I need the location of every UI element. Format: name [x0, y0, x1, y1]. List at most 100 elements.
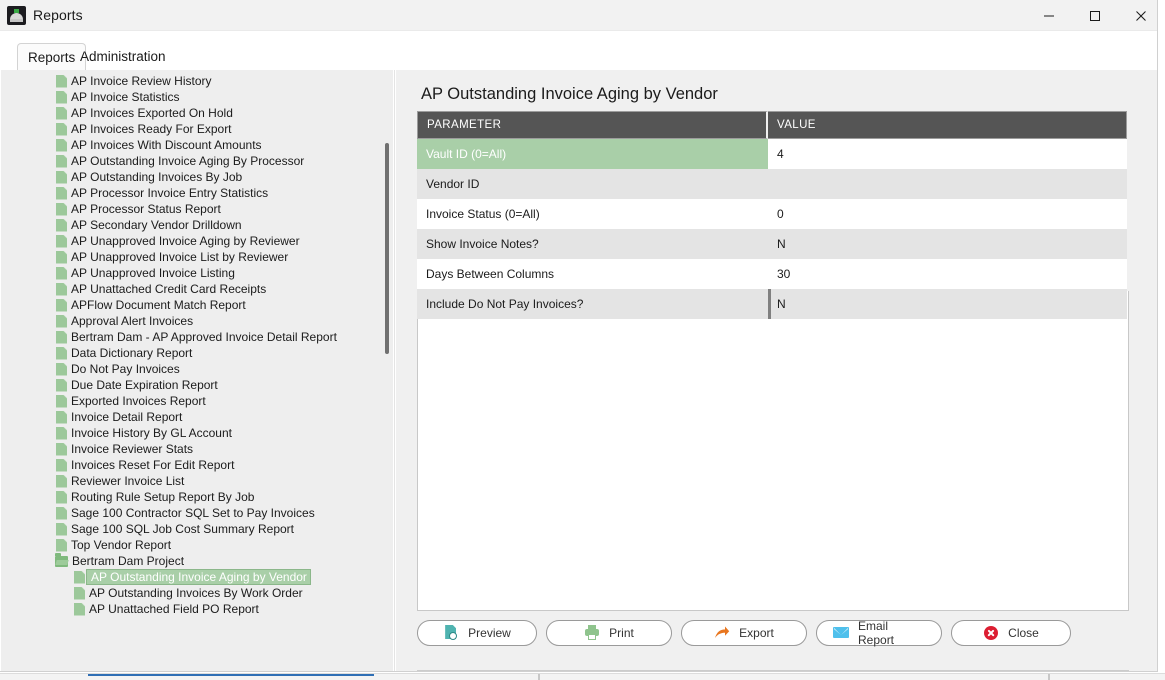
tree-item[interactable]: AP Invoice Review History — [1, 73, 379, 89]
tree-item[interactable]: AP Unapproved Invoice Listing — [1, 265, 379, 281]
tree-item[interactable]: APFlow Document Match Report — [1, 297, 379, 313]
column-header-parameter[interactable]: PARAMETER — [417, 111, 768, 139]
report-tree[interactable]: AP Invoice Review History AP Invoice Stat… — [1, 73, 379, 617]
taskbar-item-c[interactable] — [1048, 674, 1050, 680]
parameter-row[interactable]: Invoice Status (0=All) 0 — [417, 199, 1129, 229]
tree-item[interactable]: AP Invoices Exported On Hold — [1, 105, 379, 121]
tree-item[interactable]: AP Invoice Statistics — [1, 89, 379, 105]
tree-item[interactable]: Sage 100 SQL Job Cost Summary Report — [1, 521, 379, 537]
taskbar-active-window-indicator[interactable] — [88, 674, 374, 676]
tree-item[interactable]: Invoices Reset For Edit Report — [1, 457, 379, 473]
tree-item[interactable]: Routing Rule Setup Report By Job — [1, 489, 379, 505]
tree-item-label: Invoices Reset For Edit Report — [71, 458, 235, 472]
document-icon — [56, 538, 67, 552]
tree-item[interactable]: AP Unattached Credit Card Receipts — [1, 281, 379, 297]
tree-item[interactable]: AP Outstanding Invoices By Job — [1, 169, 379, 185]
close-window-button[interactable] — [1118, 0, 1157, 31]
tree-item[interactable]: AP Processor Status Report — [1, 201, 379, 217]
tree-item-label: AP Unattached Credit Card Receipts — [71, 282, 267, 296]
tree-item-label: AP Invoice Statistics — [71, 90, 180, 104]
document-icon — [56, 202, 67, 216]
tree-item[interactable]: AP Invoices With Discount Amounts — [1, 137, 379, 153]
tree-item[interactable]: Invoice History By GL Account — [1, 425, 379, 441]
tab-reports-label: Reports — [28, 50, 76, 65]
parameter-row[interactable]: Include Do Not Pay Invoices? N — [417, 289, 1129, 319]
parameter-name-cell[interactable]: Vendor ID — [417, 169, 768, 199]
tree-item[interactable]: Top Vendor Report — [1, 537, 379, 553]
document-icon — [56, 346, 67, 360]
maximize-button[interactable] — [1072, 0, 1118, 31]
tree-item[interactable]: Invoice Reviewer Stats — [1, 441, 379, 457]
tree-item-label: AP Outstanding Invoices By Work Order — [89, 586, 303, 600]
parameter-name-cell[interactable]: Invoice Status (0=All) — [417, 199, 768, 229]
parameter-value-cell[interactable]: 4 — [768, 139, 1127, 169]
parameter-name-cell[interactable]: Vault ID (0=All) — [417, 139, 768, 169]
tree-item[interactable]: AP Outstanding Invoices By Work Order — [1, 585, 379, 601]
parameter-row[interactable]: Vendor ID — [417, 169, 1129, 199]
document-icon — [56, 442, 67, 456]
tab-strip: Reports Administration — [0, 31, 1157, 102]
tree-item[interactable]: AP Unapproved Invoice List by Reviewer — [1, 249, 379, 265]
tree-item[interactable]: Due Date Expiration Report — [1, 377, 379, 393]
tree-item[interactable]: Invoice Detail Report — [1, 409, 379, 425]
tree-item[interactable]: Do Not Pay Invoices — [1, 361, 379, 377]
parameter-value-cell[interactable] — [768, 169, 1127, 199]
document-icon — [56, 378, 67, 392]
parameter-name-cell[interactable]: Include Do Not Pay Invoices? — [417, 289, 768, 319]
tree-item[interactable]: Exported Invoices Report — [1, 393, 379, 409]
parameter-name-cell[interactable]: Days Between Columns — [417, 259, 768, 289]
tree-item-label: Due Date Expiration Report — [71, 378, 218, 392]
parameter-row[interactable]: Days Between Columns 30 — [417, 259, 1129, 289]
document-icon — [56, 314, 67, 328]
tree-item[interactable]: Bertram Dam - AP Approved Invoice Detail… — [1, 329, 379, 345]
tree-item[interactable]: AP Processor Invoice Entry Statistics — [1, 185, 379, 201]
tree-vertical-scrollbar[interactable] — [385, 143, 389, 354]
parameter-value-cell[interactable]: 0 — [768, 199, 1127, 229]
tree-item[interactable]: Bertram Dam Project — [1, 552, 379, 569]
tree-item-label: AP Outstanding Invoice Aging by Vendor — [86, 569, 311, 585]
document-icon — [56, 186, 67, 200]
document-icon — [56, 266, 67, 280]
tree-item[interactable]: AP Unapproved Invoice Aging by Reviewer — [1, 233, 379, 249]
tree-item-label: Invoice Detail Report — [71, 410, 183, 424]
tree-item-label: AP Secondary Vendor Drilldown — [71, 218, 242, 232]
parameter-row[interactable]: Show Invoice Notes? N — [417, 229, 1129, 259]
tree-item-label: AP Outstanding Invoice Aging By Processo… — [71, 154, 305, 168]
tree-item[interactable]: AP Outstanding Invoice Aging By Processo… — [1, 153, 379, 169]
parameter-value-cell[interactable]: 30 — [768, 259, 1127, 289]
document-icon — [56, 330, 67, 344]
taskbar-item-b[interactable] — [538, 674, 540, 680]
tree-item[interactable]: Data Dictionary Report — [1, 345, 379, 361]
tree-item[interactable]: Reviewer Invoice List — [1, 473, 379, 489]
parameter-table: PARAMETER VALUE Vault ID (0=All) 4 Vendor … — [417, 111, 1129, 319]
document-icon — [56, 154, 67, 168]
tree-item[interactable]: Sage 100 Contractor SQL Set to Pay Invoi… — [1, 505, 379, 521]
tree-item-label: APFlow Document Match Report — [71, 298, 246, 312]
document-icon — [56, 298, 67, 312]
report-tree-pane: AP Invoice Review History AP Invoice Stat… — [1, 70, 393, 671]
document-icon — [74, 586, 85, 600]
parameter-name-cell[interactable]: Show Invoice Notes? — [417, 229, 768, 259]
tree-item[interactable]: AP Invoices Ready For Export — [1, 121, 379, 137]
document-icon — [56, 218, 67, 232]
tree-item-label: Approval Alert Invoices — [71, 314, 194, 328]
printer-footer: Current Printer:HP Color LaserJet M452dw… — [0, 601, 1157, 671]
page-title: AP Outstanding Invoice Aging by Vendor — [421, 85, 718, 103]
parameter-table-body: Vault ID (0=All) 4 Vendor ID Invoice Status… — [417, 139, 1129, 319]
minimize-button[interactable] — [1026, 0, 1072, 31]
parameter-table-header: PARAMETER VALUE — [417, 111, 1129, 139]
document-icon — [56, 282, 67, 296]
parameter-table-empty-area — [417, 291, 1129, 611]
column-header-value[interactable]: VALUE — [768, 111, 1127, 139]
parameter-row[interactable]: Vault ID (0=All) 4 — [417, 139, 1129, 169]
tree-item[interactable]: AP Outstanding Invoice Aging by Vendor — [1, 569, 379, 585]
folder-open-icon — [55, 552, 68, 567]
tab-administration[interactable]: Administration — [70, 43, 176, 70]
tree-item-label: AP Invoice Review History — [71, 74, 212, 88]
parameter-value-cell[interactable]: N — [768, 289, 1127, 319]
tree-item[interactable]: Approval Alert Invoices — [1, 313, 379, 329]
parameter-value-cell[interactable]: N — [768, 229, 1127, 259]
tree-item[interactable]: AP Secondary Vendor Drilldown — [1, 217, 379, 233]
document-icon — [56, 490, 67, 504]
tree-item-label: AP Unapproved Invoice Aging by Reviewer — [71, 234, 300, 248]
